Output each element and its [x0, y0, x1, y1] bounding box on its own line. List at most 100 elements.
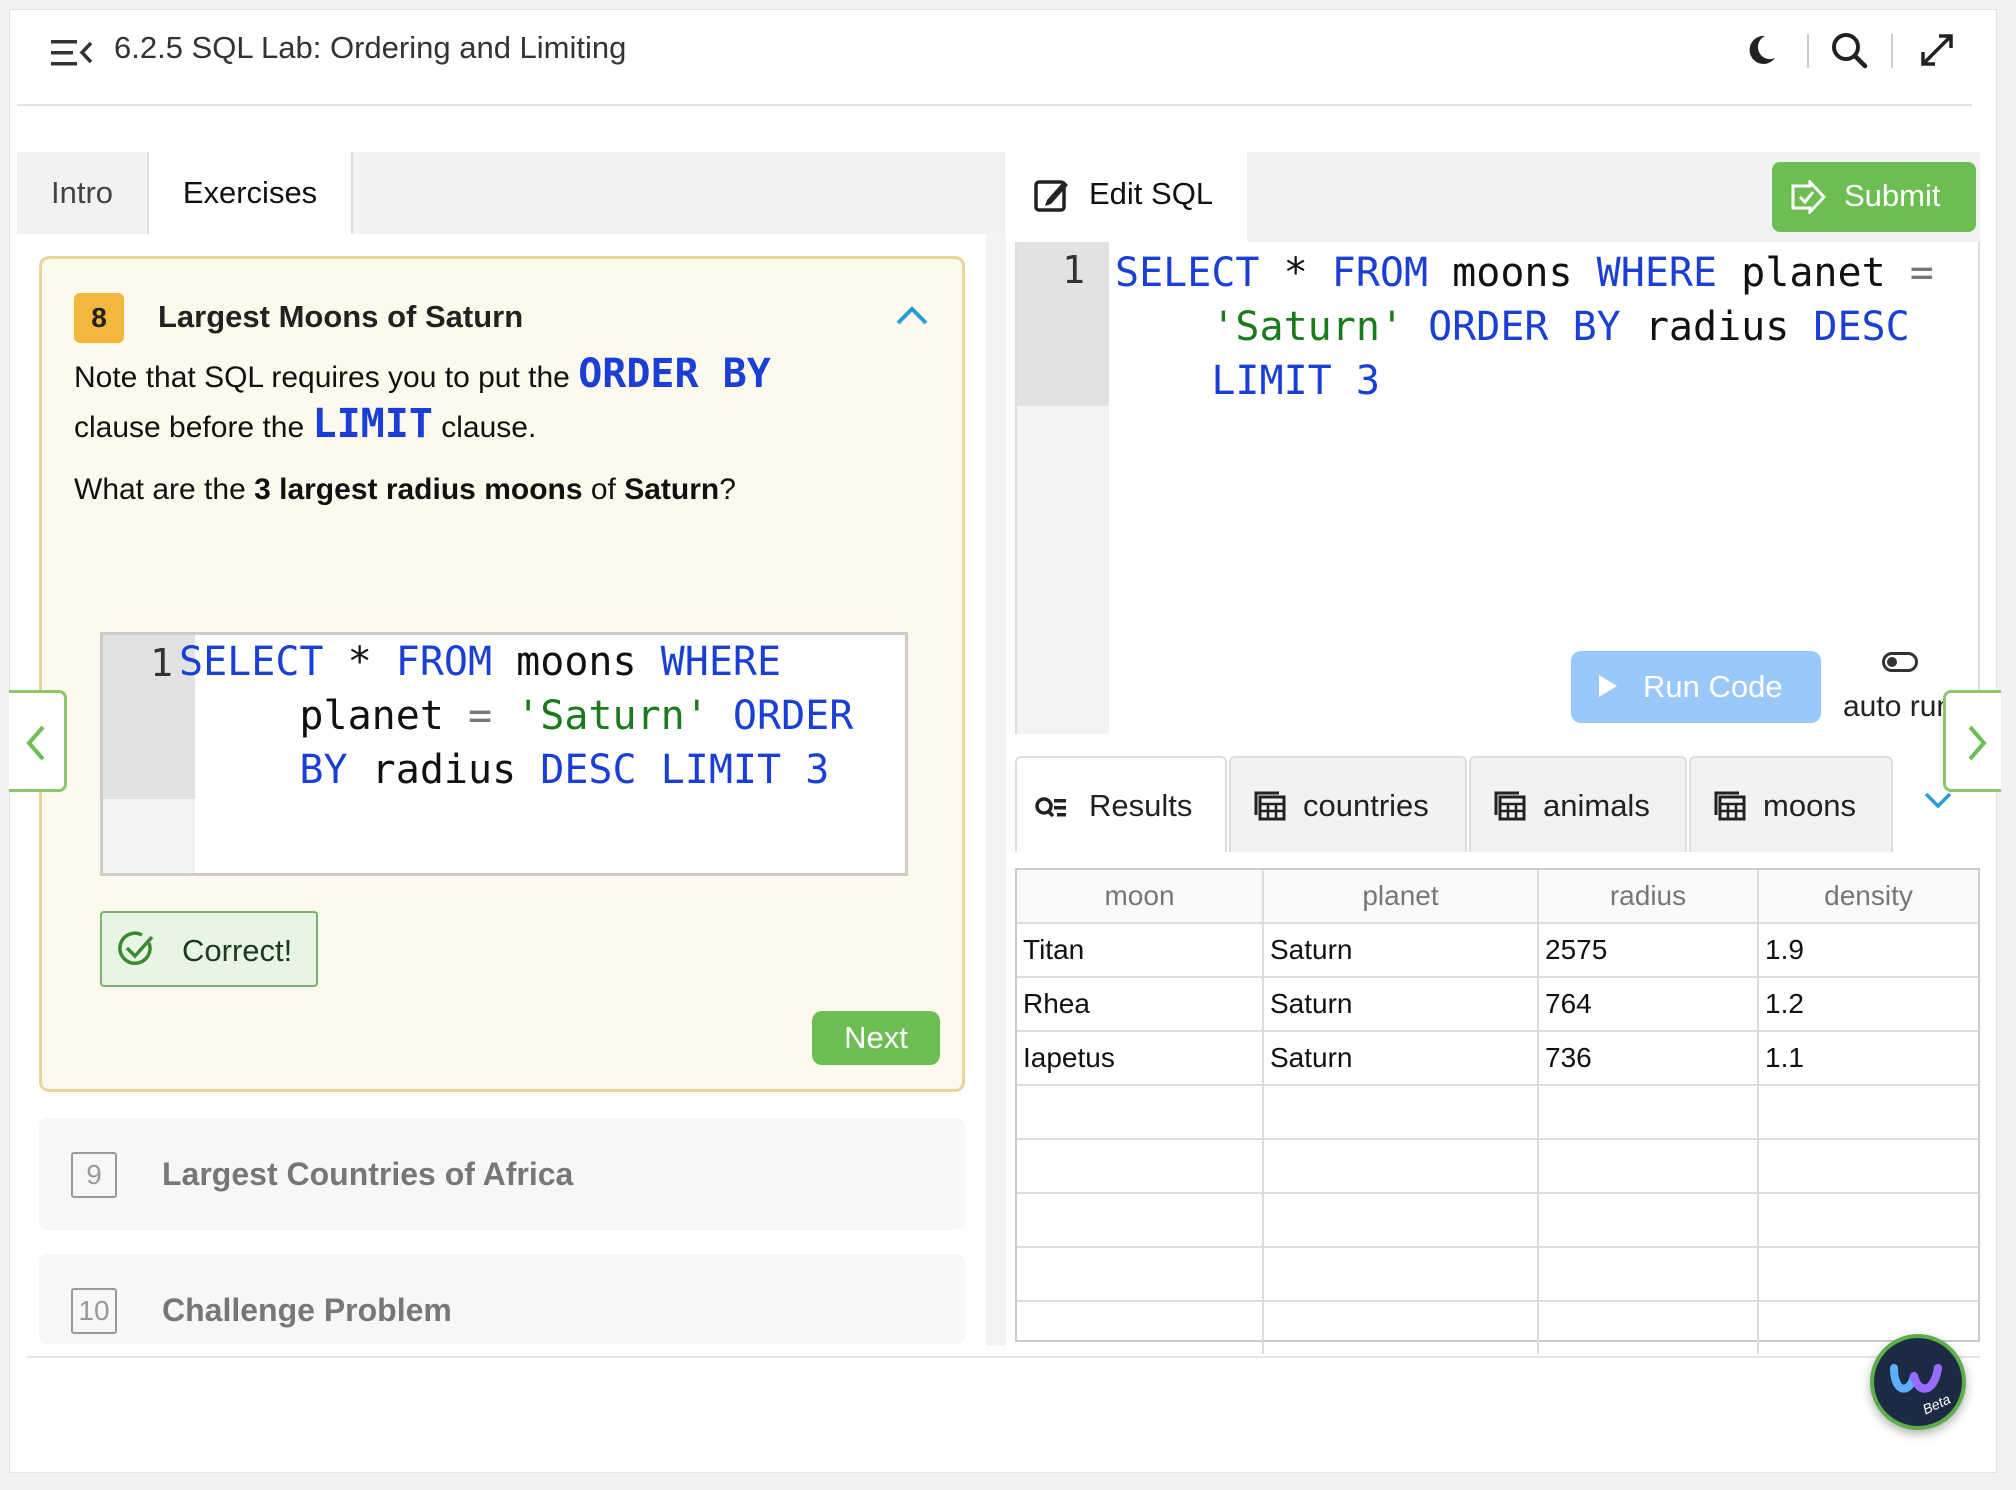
question-emphasis: Saturn	[624, 473, 720, 506]
forward-button[interactable]	[1943, 690, 2001, 792]
search-icon[interactable]	[1827, 28, 1871, 72]
column-header[interactable]: moon	[1017, 870, 1264, 924]
table-row: Titan Saturn 2575 1.9	[1017, 923, 1978, 978]
edit-sql-label: Edit SQL	[1089, 176, 1214, 211]
exercise-number: 9	[71, 1152, 117, 1198]
results-table-container: moon planet radius density Titan Saturn …	[1015, 868, 1980, 1354]
instruction-text: Note that SQL requires you to put the	[74, 361, 579, 394]
tab-animals[interactable]: animals	[1469, 756, 1687, 852]
results-tab-label: Results	[1089, 788, 1193, 823]
table-cell: Saturn	[1263, 1031, 1539, 1086]
page-title: 6.2.5 SQL Lab: Ordering and Limiting	[114, 30, 627, 65]
tab-edit-sql[interactable]: Edit SQL	[1015, 152, 1247, 242]
correct-label: Correct!	[182, 933, 293, 968]
solution-code: SELECT * FROM moons WHERE planet = 'Satu…	[179, 639, 854, 793]
exercise-question: What are the 3 largest radius moons of S…	[74, 473, 736, 507]
tab-moons[interactable]: moons	[1689, 756, 1893, 852]
exercise-card: 8 Largest Moons of Saturn Note that SQL …	[39, 256, 965, 1092]
table-cell: 1.9	[1758, 923, 1978, 978]
run-code-button[interactable]: Run Code	[1571, 651, 1821, 723]
solution-code-block: 1 SELECT * FROM moons WHERE planet = 'Sa…	[100, 632, 908, 876]
exercise-instructions: Note that SQL requires you to put the OR…	[74, 351, 771, 397]
left-pane-scrollbar[interactable]	[986, 234, 1006, 1346]
run-code-label: Run Code	[1643, 669, 1783, 704]
chevron-up-icon[interactable]	[894, 303, 930, 327]
divider	[1807, 34, 1809, 68]
line-number: 1	[150, 641, 173, 685]
table-row-empty	[1017, 1139, 1978, 1194]
editor-code[interactable]: SELECT * FROM moons WHERE planet = 'Satu…	[1115, 246, 1934, 408]
tab-exercises[interactable]: Exercises	[149, 152, 353, 234]
table-cell: 1.2	[1758, 977, 1978, 1032]
table-row-empty	[1017, 1193, 1978, 1248]
keyword-order-by: ORDER BY	[578, 351, 771, 397]
exercise-item-title: Challenge Problem	[162, 1292, 452, 1328]
submit-button[interactable]: Submit	[1772, 162, 1976, 232]
instruction-text: clause before the	[74, 411, 313, 444]
table-row-empty	[1017, 1085, 1978, 1140]
exercise-instructions-line2: clause before the LIMIT clause.	[74, 401, 536, 447]
animals-tab-label: animals	[1543, 788, 1650, 823]
table-cell: Saturn	[1263, 977, 1539, 1032]
exercise-item-10[interactable]: 10 Challenge Problem	[39, 1254, 965, 1344]
chevron-left-icon	[26, 725, 45, 761]
auto-run-label: auto run	[1843, 690, 1954, 723]
sql-editor[interactable]: 1 SELECT * FROM moons WHERE planet = 'Sa…	[1015, 242, 1980, 734]
table-header-row: moon planet radius density	[1017, 870, 1978, 924]
table-row: Rhea Saturn 764 1.2	[1017, 977, 1978, 1032]
exercise-item-9[interactable]: 9 Largest Countries of Africa	[39, 1118, 965, 1230]
chevron-down-icon[interactable]	[1922, 790, 1954, 812]
table-cell: Saturn	[1263, 923, 1539, 978]
divider	[27, 1356, 1980, 1358]
countries-tab-label: countries	[1303, 788, 1429, 823]
exercise-title: Largest Moons of Saturn	[158, 299, 524, 334]
menu-collapse-icon[interactable]	[51, 36, 93, 70]
question-text: What are the	[74, 473, 255, 506]
next-button[interactable]: Next	[812, 1011, 940, 1065]
question-text: ?	[719, 473, 736, 506]
top-bar: 6.2.5 SQL Lab: Ordering and Limiting	[17, 0, 1972, 106]
result-tab-bar: Results countries animals moons	[1015, 756, 1980, 852]
editor-gutter: 1	[1017, 242, 1109, 406]
left-tab-bar: Intro Exercises	[17, 152, 1005, 234]
submit-label: Submit	[1844, 178, 1941, 213]
column-header[interactable]: planet	[1263, 870, 1539, 924]
column-header[interactable]: radius	[1538, 870, 1759, 924]
exercise-item-title: Largest Countries of Africa	[162, 1156, 574, 1192]
previous-button[interactable]	[9, 690, 67, 792]
chevron-right-icon	[1968, 725, 1987, 761]
results-table: moon planet radius density Titan Saturn …	[1017, 870, 1978, 1354]
instruction-text: clause.	[432, 411, 537, 444]
table-cell: 1.1	[1758, 1031, 1978, 1086]
table-icon	[1254, 791, 1286, 821]
question-text: of	[582, 473, 625, 506]
table-cell: 2575	[1538, 923, 1759, 978]
keyword-limit: LIMIT	[312, 401, 433, 447]
table-icon	[1494, 791, 1526, 821]
expand-icon[interactable]	[1915, 28, 1959, 72]
play-icon	[1599, 675, 1617, 697]
line-number: 1	[1062, 248, 1085, 292]
moons-tab-label: moons	[1763, 788, 1857, 823]
table-cell: Iapetus	[1017, 1031, 1264, 1086]
correct-indicator: Correct!	[100, 911, 318, 987]
table-cell: Titan	[1017, 923, 1264, 978]
table-row-empty	[1017, 1301, 1978, 1354]
tab-countries[interactable]: countries	[1229, 756, 1467, 852]
check-circle-icon	[118, 931, 154, 965]
tab-intro[interactable]: Intro	[17, 152, 149, 234]
auto-run-toggle[interactable]	[1882, 652, 1918, 672]
column-header[interactable]: density	[1758, 870, 1978, 924]
tab-results[interactable]: Results	[1015, 756, 1227, 852]
code-gutter-empty	[103, 799, 195, 873]
table-cell: Rhea	[1017, 977, 1264, 1032]
table-cell: 764	[1538, 977, 1759, 1032]
assistant-button[interactable]: Beta	[1870, 1334, 1966, 1430]
table-row-empty	[1017, 1247, 1978, 1302]
query-results-icon	[1035, 797, 1066, 818]
question-emphasis: 3 largest radius moons	[254, 473, 583, 506]
submit-icon	[1791, 180, 1826, 214]
moon-icon[interactable]	[1739, 28, 1783, 72]
toggle-knob	[1887, 657, 1897, 667]
divider	[1891, 34, 1893, 68]
